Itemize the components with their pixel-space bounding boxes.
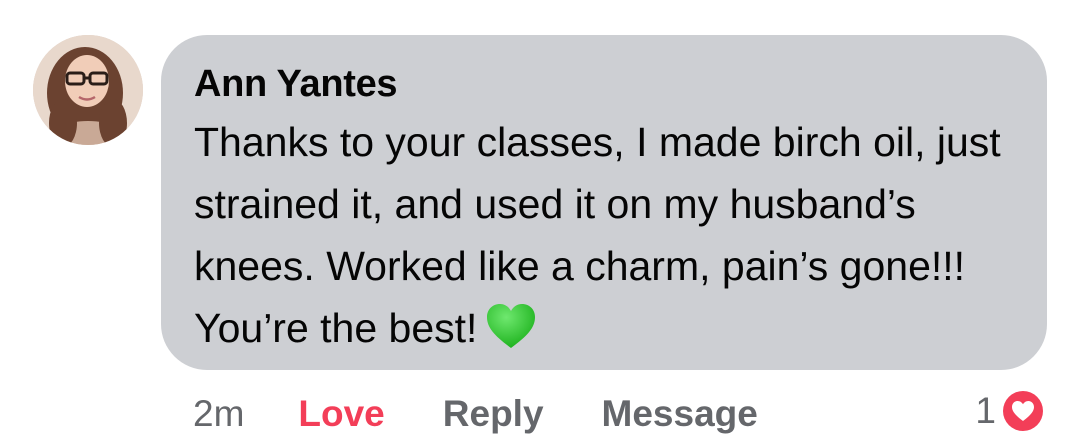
love-button[interactable]: Love [298,393,384,435]
message-button[interactable]: Message [602,393,758,435]
avatar-image [33,35,143,145]
love-reaction-icon [1000,388,1046,434]
comment-actions: 2m Love Reply Message [193,392,758,436]
comment-author[interactable]: Ann Yantes [194,61,1017,107]
comment-bubble[interactable]: Ann Yantes Thanks to your classes, I mad… [161,35,1047,370]
comment-timestamp[interactable]: 2m [193,393,244,435]
reaction-count: 1 [975,390,996,431]
reaction-summary[interactable]: 1 [975,388,1046,434]
green-heart-icon [485,302,537,367]
comment-text: Thanks to your classes, I made birch oil… [194,119,1001,351]
reply-button[interactable]: Reply [443,393,544,435]
comment-body: Thanks to your classes, I made birch oil… [194,111,1014,367]
avatar[interactable] [33,35,143,145]
